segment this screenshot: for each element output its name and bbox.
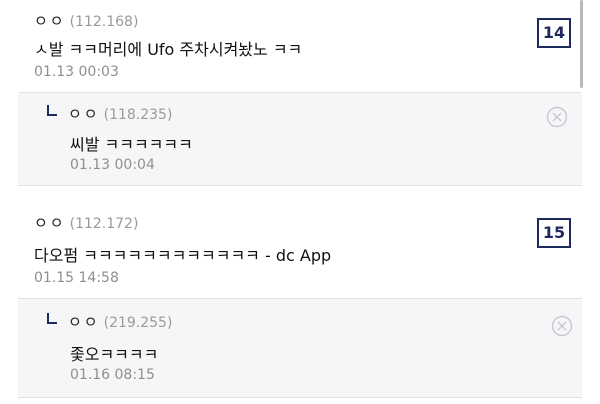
comment-nickname: ㅇㅇ <box>34 12 66 30</box>
comment-item: ㅇㅇ (112.172) 다오펌 ㅋㅋㅋㅋㅋㅋㅋㅋㅋㅋㅋㅋ - dc App 01… <box>0 186 600 298</box>
comment-author: ㅇㅇ (112.168) <box>34 10 138 31</box>
reply-nickname: ㅇㅇ <box>68 313 100 331</box>
delete-close-icon[interactable] <box>551 315 573 337</box>
comment-number-badge: 15 <box>537 218 571 248</box>
reply-ip: (118.235) <box>103 107 173 123</box>
reply-nickname: ㅇㅇ <box>68 105 100 123</box>
comment-item: ㅇㅇ (112.168) ㅅ발 ㅋㅋ머리에 Ufo 주차시켜놨노 ㅋㅋ 01.13… <box>0 0 600 92</box>
comment-number-badge: 14 <box>537 18 571 48</box>
reply-item: ㅇㅇ (118.235) 씨발 ㅋㅋㅋㅋㅋㅋ 01.13 00:04 <box>18 92 582 186</box>
comment-text: 다오펌 ㅋㅋㅋㅋㅋㅋㅋㅋㅋㅋㅋㅋ - dc App <box>34 246 332 265</box>
reply-ip: (219.255) <box>103 315 173 331</box>
comment-ip: (112.168) <box>69 14 139 30</box>
comment-date: 01.15 14:58 <box>34 270 119 286</box>
comment-author: ㅇㅇ (112.172) <box>34 212 138 233</box>
reply-item: ㅇㅇ (219.255) 좇오ㅋㅋㅋㅋ 01.16 08:15 <box>18 298 582 398</box>
reply-date: 01.16 08:15 <box>70 367 155 383</box>
reply-author: ㅇㅇ (118.235) <box>68 103 172 124</box>
comment-date: 01.13 00:03 <box>34 64 119 80</box>
reply-arrow-icon <box>47 105 57 116</box>
reply-author: ㅇㅇ (219.255) <box>68 311 172 332</box>
reply-arrow-icon <box>47 313 57 324</box>
comment-nickname: ㅇㅇ <box>34 214 66 232</box>
comment-ip: (112.172) <box>69 216 139 232</box>
reply-text: 씨발 ㅋㅋㅋㅋㅋㅋ <box>70 135 193 154</box>
reply-date: 01.13 00:04 <box>70 157 155 173</box>
reply-text: 좇오ㅋㅋㅋㅋ <box>70 345 159 364</box>
comment-text: ㅅ발 ㅋㅋ머리에 Ufo 주차시켜놨노 ㅋㅋ <box>34 40 303 59</box>
comment-list: ㅇㅇ (112.168) ㅅ발 ㅋㅋ머리에 Ufo 주차시켜놨노 ㅋㅋ 01.13… <box>0 0 600 404</box>
delete-close-icon[interactable] <box>546 106 568 128</box>
scrollbar[interactable] <box>580 0 583 88</box>
